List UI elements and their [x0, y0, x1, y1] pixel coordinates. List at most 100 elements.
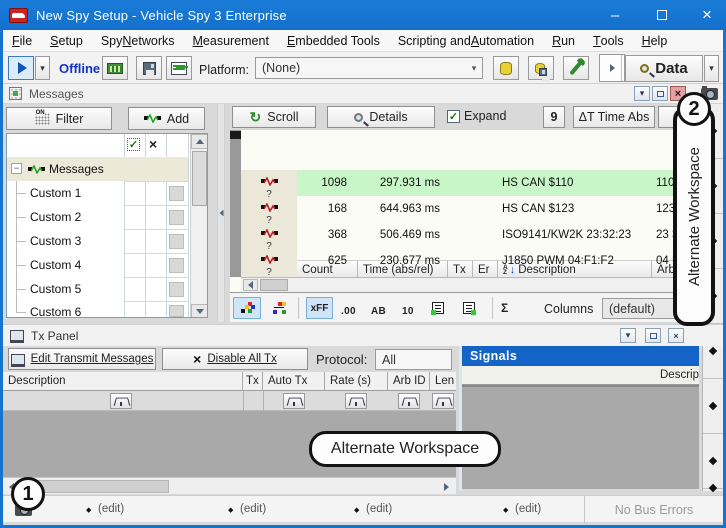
- tree-item-custom5[interactable]: Custom 5: [30, 282, 81, 296]
- bus-error-status: No Bus Errors: [584, 496, 723, 523]
- tree-view-button[interactable]: [265, 297, 293, 319]
- scroll-down-button[interactable]: [191, 304, 208, 318]
- platform-setup-button[interactable]: [166, 56, 192, 80]
- menu-tools[interactable]: Tools: [584, 30, 633, 51]
- scroll-up-button[interactable]: [191, 134, 208, 149]
- tx-hscrollbar[interactable]: [3, 477, 456, 494]
- close-button[interactable]: ×: [690, 0, 724, 30]
- message-vscrollbar[interactable]: [230, 130, 241, 277]
- tree-item-custom1[interactable]: Custom 1: [30, 186, 81, 200]
- menu-help[interactable]: Help: [633, 30, 677, 51]
- word-decode-icon[interactable]: [432, 302, 444, 314]
- tree-root-label[interactable]: Messages: [49, 162, 104, 176]
- graph-view-button[interactable]: [233, 297, 261, 319]
- status-edit-4[interactable]: (edit): [515, 503, 541, 515]
- menu-scripting-automation[interactable]: Scripting and Automation: [389, 30, 543, 51]
- add-button[interactable]: Add: [128, 107, 205, 130]
- hscrollbar-thumb[interactable]: [37, 480, 169, 493]
- play-icon: [18, 62, 27, 74]
- tx-col-len[interactable]: Len: [430, 372, 456, 391]
- filter-funnel-button[interactable]: [398, 393, 420, 409]
- signals-close-button[interactable]: ×: [668, 328, 684, 343]
- restore-icon: [650, 333, 657, 339]
- hardware-button[interactable]: [102, 56, 128, 80]
- menu-embedded-tools[interactable]: Embedded Tools: [278, 30, 389, 51]
- minimize-button[interactable]: –: [598, 0, 632, 30]
- tx-col-auto-tx[interactable]: Auto Tx: [263, 372, 325, 391]
- tx-col-tx[interactable]: Tx: [243, 372, 263, 391]
- tree-item-custom4[interactable]: Custom 4: [30, 258, 81, 272]
- protocol-label: Protocol:: [316, 352, 367, 367]
- edit-transmit-button[interactable]: Edit Transmit Messages: [8, 348, 156, 370]
- expand-checkbox[interactable]: ✓ Expand: [447, 109, 506, 123]
- filter-funnel-button[interactable]: [283, 393, 305, 409]
- scrollbar-thumb[interactable]: [192, 151, 207, 206]
- base-nine-button[interactable]: 9: [543, 106, 565, 128]
- vscrollbar-thumb[interactable]: [230, 131, 241, 139]
- app-logo-icon: [9, 8, 28, 23]
- pane-restore-button[interactable]: [652, 86, 668, 101]
- disable-all-tx-button[interactable]: × Disable All Tx: [162, 348, 308, 370]
- status-edit-2[interactable]: (edit): [240, 503, 266, 515]
- data-button[interactable]: Data: [625, 55, 703, 82]
- menu-run[interactable]: Run: [543, 30, 584, 51]
- database-button[interactable]: [493, 56, 519, 80]
- tx-col-rate[interactable]: Rate (s): [325, 372, 388, 391]
- platform-select[interactable]: (None) ▾: [255, 57, 483, 79]
- uncheck-all-button[interactable]: ×: [149, 136, 157, 152]
- status-edit-3[interactable]: (edit): [366, 503, 392, 515]
- binary-format-button[interactable]: 10: [402, 306, 414, 317]
- tools-wrench-button[interactable]: [563, 56, 589, 80]
- save-data-button[interactable]: [528, 56, 554, 80]
- messages-pane-title: Messages: [29, 87, 84, 101]
- decimal-format-button[interactable]: .00: [341, 306, 356, 317]
- scroll-left-button[interactable]: [243, 279, 258, 291]
- menu-file[interactable]: File: [3, 30, 41, 51]
- annotation-step-2: 2: [677, 92, 711, 126]
- signals-column-header[interactable]: Description: [462, 366, 699, 385]
- tree-item-custom6[interactable]: Custom 6: [30, 305, 81, 318]
- check-all-button[interactable]: ✓: [127, 138, 140, 151]
- pane-dropdown-button[interactable]: ▾: [634, 86, 650, 101]
- hex-format-button[interactable]: xFF: [306, 297, 333, 319]
- protocol-select[interactable]: All: [375, 349, 452, 370]
- title-bar: New Spy Setup - Vehicle Spy 3 Enterprise…: [0, 0, 726, 30]
- maximize-button[interactable]: [645, 0, 679, 30]
- menu-spy-networks[interactable]: Spy Networks: [92, 30, 184, 51]
- data-dropdown[interactable]: ▾: [704, 55, 719, 82]
- filter-funnel-button[interactable]: [432, 393, 454, 409]
- filter-funnel-button[interactable]: [345, 393, 367, 409]
- save-button[interactable]: [136, 56, 162, 80]
- details-button[interactable]: Details: [327, 106, 435, 128]
- scroll-button[interactable]: ↻ Scroll: [232, 106, 316, 128]
- tree-collapse-toggle[interactable]: −: [11, 163, 22, 174]
- message-type-icon: ?: [259, 251, 279, 276]
- tree-item-custom2[interactable]: Custom 2: [30, 210, 81, 224]
- signal-icon: [144, 114, 161, 123]
- columns-label: Columns: [544, 302, 593, 316]
- status-edit-1[interactable]: (edit): [98, 503, 124, 515]
- message-hscrollbar[interactable]: [241, 277, 700, 292]
- word-encode-icon[interactable]: [463, 302, 475, 314]
- messages-pane-header: Messages: [3, 84, 723, 104]
- menu-setup[interactable]: Setup: [41, 30, 92, 51]
- tree-item-custom3[interactable]: Custom 3: [30, 234, 81, 248]
- sum-button[interactable]: Σ: [501, 301, 508, 315]
- signals-dropdown-button[interactable]: ▾: [620, 328, 636, 343]
- database-icon: [500, 62, 512, 75]
- time-abs-button[interactable]: ΔT Time Abs: [573, 106, 655, 128]
- filter-button[interactable]: Filter: [6, 107, 112, 130]
- tx-col-description[interactable]: Description: [3, 372, 243, 391]
- ascii-format-button[interactable]: AB: [371, 306, 386, 317]
- tx-col-arb-id[interactable]: Arb ID: [388, 372, 430, 391]
- panel-splitter[interactable]: [217, 104, 225, 322]
- run-play-button[interactable]: [8, 56, 34, 80]
- scroll-right-button[interactable]: [439, 480, 453, 493]
- tree-scrollbar[interactable]: [190, 134, 207, 318]
- tree-cell-box: [169, 186, 184, 201]
- filter-funnel-button[interactable]: [110, 393, 132, 409]
- signals-restore-button[interactable]: [645, 328, 661, 343]
- menu-measurement[interactable]: Measurement: [184, 30, 278, 51]
- run-options-dropdown[interactable]: ▾: [35, 56, 50, 80]
- hscrollbar-thumb[interactable]: [260, 279, 288, 291]
